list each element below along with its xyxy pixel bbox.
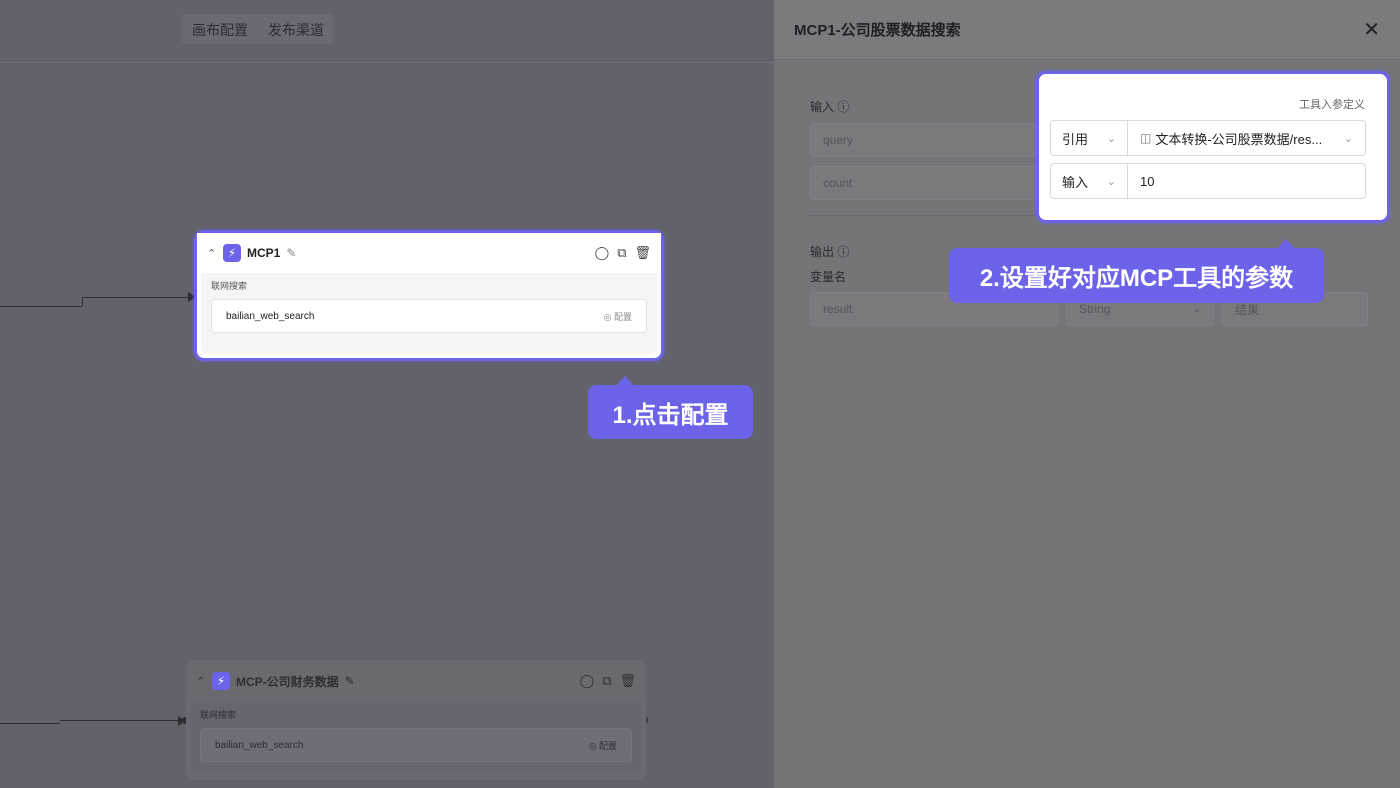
node-header: ⌃ ⚡ MCP-公司财务数据 ✎ ◯ ⧉ 🗑 xyxy=(186,660,646,702)
callout-step2: 2.设置好对应MCP工具的参数 xyxy=(949,239,1324,303)
panel-title: MCP1-公司股票数据搜索 xyxy=(794,22,961,39)
config-button[interactable]: ◎ 配置 xyxy=(604,310,632,323)
tool-name: bailian_web_search xyxy=(226,310,315,322)
lightning-icon: ⚡ xyxy=(223,244,241,262)
edge-line xyxy=(0,306,82,307)
edit-icon[interactable]: ✎ xyxy=(286,246,296,260)
chevron-down-icon: ⌄ xyxy=(1106,132,1116,145)
input-name-field[interactable]: count xyxy=(810,166,1050,200)
chevron-down-icon: ⌄ xyxy=(1192,303,1201,315)
tool-item[interactable]: bailian_web_search ◎ 配置 xyxy=(200,728,632,762)
debug-icon[interactable]: ◯ xyxy=(595,245,610,261)
tab-canvas-config[interactable]: 画布配置 xyxy=(182,14,258,44)
chevron-up-icon[interactable]: ⌃ xyxy=(196,675,212,688)
callout-step1: 1.点击配置 xyxy=(588,376,753,439)
edge-line xyxy=(82,297,190,298)
tab-publish-channel[interactable]: 发布渠道 xyxy=(258,14,334,44)
param-value: 文本转换-公司股票数据/res... xyxy=(1155,131,1323,147)
param-mode-select[interactable]: 输入 ⌄ xyxy=(1050,163,1128,199)
tool-params-box: 工具入参定义 引用 ⌄ ◫ 文本转换-公司股票数据/res... ⌄ 输入 ⌄ … xyxy=(1036,71,1390,223)
param-row: 输入 ⌄ 10 xyxy=(1050,163,1366,199)
tool-item[interactable]: bailian_web_search ◎ 配置 xyxy=(211,299,647,333)
mcp-node-second[interactable]: ⌃ ⚡ MCP-公司财务数据 ✎ ◯ ⧉ 🗑 联网搜索 bailian_web_… xyxy=(186,660,646,780)
chevron-down-icon: ⌄ xyxy=(1343,132,1353,145)
copy-icon[interactable]: ⧉ xyxy=(602,673,611,689)
edit-icon[interactable]: ✎ xyxy=(345,674,355,688)
config-label: 配置 xyxy=(613,311,632,322)
close-icon[interactable]: ✕ xyxy=(1363,17,1380,42)
input-section-label: 输入 ⓘ xyxy=(810,100,850,114)
param-value-input[interactable]: 10 xyxy=(1128,163,1366,199)
tool-name: bailian_web_search xyxy=(215,739,304,751)
node-actions: ◯ ⧉ 🗑 xyxy=(595,245,651,261)
output-type-value: String xyxy=(1079,302,1111,316)
node-header: ⌃ ⚡ MCP1 ✎ ◯ ⧉ 🗑 xyxy=(197,233,661,273)
mcp-node-main[interactable]: ⌃ ⚡ MCP1 ✎ ◯ ⧉ 🗑 联网搜索 bailian_web_search… xyxy=(194,230,664,361)
param-row: 引用 ⌄ ◫ 文本转换-公司股票数据/res... ⌄ xyxy=(1050,120,1366,156)
param-value-select[interactable]: ◫ 文本转换-公司股票数据/res... ⌄ xyxy=(1128,120,1366,156)
edge-line xyxy=(82,297,83,306)
workflow-canvas[interactable]: 画布配置 发布渠道 ⌃ ⚡ MCP1 ✎ ◯ ⧉ 🗑 联网搜索 bailian_… xyxy=(0,0,774,788)
lightning-icon: ⚡ xyxy=(212,672,230,690)
canvas-header-divider xyxy=(0,62,774,63)
node-actions: ◯ ⧉ 🗑 xyxy=(580,673,636,689)
edge-line xyxy=(60,720,182,721)
config-label: 配置 xyxy=(598,740,617,751)
canvas-top-tabs: 画布配置 发布渠道 xyxy=(182,14,334,44)
var-name-label: 变量名 xyxy=(810,270,847,284)
delete-icon[interactable]: 🗑 xyxy=(619,673,636,689)
chevron-down-icon: ⌄ xyxy=(1106,175,1116,188)
node-body-label: 联网搜索 xyxy=(200,710,237,720)
node-body: 联网搜索 bailian_web_search ◎ 配置 xyxy=(201,273,657,353)
node-body: 联网搜索 bailian_web_search ◎ 配置 xyxy=(190,702,642,774)
config-button[interactable]: ◎ 配置 xyxy=(589,739,617,752)
param-mode-value: 输入 xyxy=(1062,174,1089,190)
param-mode-value: 引用 xyxy=(1062,131,1089,147)
output-section-label: 输出 ⓘ xyxy=(810,245,850,259)
delete-icon[interactable]: 🗑 xyxy=(634,245,651,261)
param-value: 10 xyxy=(1140,173,1155,189)
tool-params-caption: 工具入参定义 xyxy=(1299,99,1365,111)
input-name-field[interactable]: query xyxy=(810,123,1050,157)
node-title: MCP1 xyxy=(247,246,281,260)
table-icon: ◫ xyxy=(1140,131,1152,145)
copy-icon[interactable]: ⧉ xyxy=(617,245,626,261)
chevron-up-icon[interactable]: ⌃ xyxy=(207,247,223,260)
debug-icon[interactable]: ◯ xyxy=(580,673,595,689)
edge-line xyxy=(0,723,60,724)
param-mode-select[interactable]: 引用 ⌄ xyxy=(1050,120,1128,156)
node-body-label: 联网搜索 xyxy=(211,281,248,291)
panel-header: MCP1-公司股票数据搜索 ✕ xyxy=(774,0,1400,60)
node-title: MCP-公司财务数据 xyxy=(236,674,339,689)
